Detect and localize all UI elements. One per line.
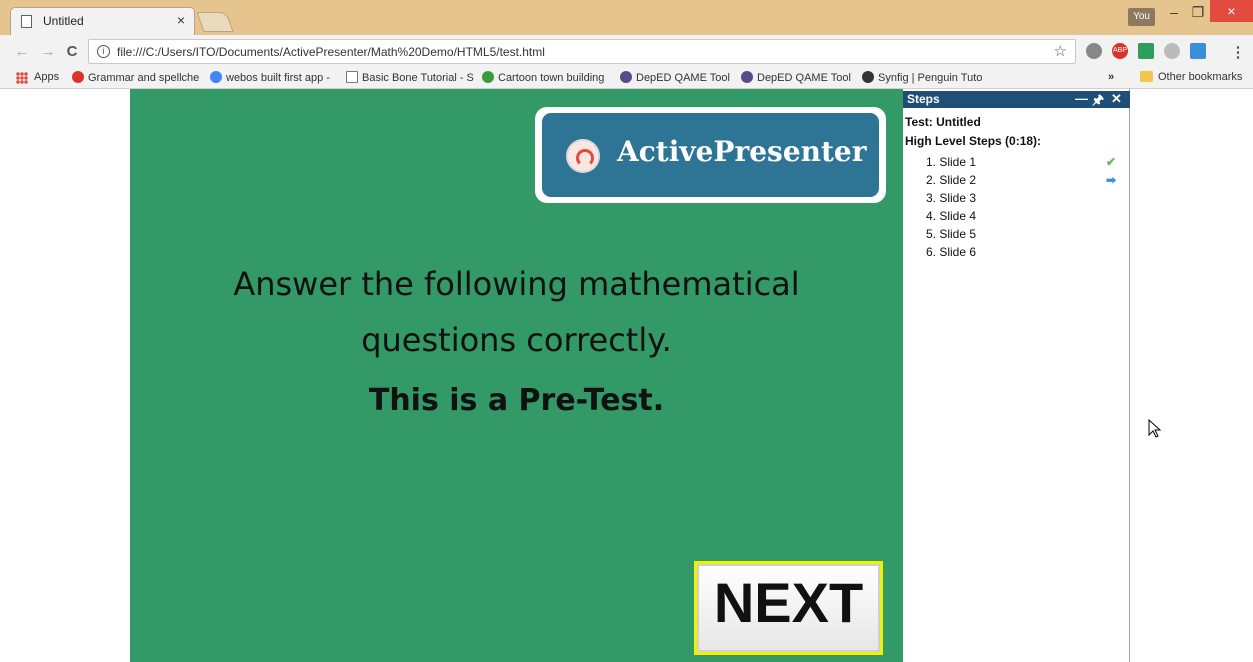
bookmarks-bar: Apps Grammar and spellche webos built fi… (0, 67, 1253, 89)
url-text[interactable]: file:///C:/Users/ITO/Documents/ActivePre… (117, 45, 545, 59)
restore-button[interactable]: ❐ (1184, 4, 1212, 21)
panel-pin-icon[interactable]: 🖈 (1092, 91, 1104, 113)
bookmark-apps[interactable]: Apps (34, 71, 59, 83)
bookmark-item[interactable]: Basic Bone Tutorial - S (346, 71, 474, 84)
address-bar[interactable]: i file:///C:/Users/ITO/Documents/ActiveP… (88, 39, 1076, 64)
bookmark-item[interactable]: Grammar and spellche (72, 71, 199, 84)
slide-subheading: This is a Pre-Test. (368, 383, 665, 418)
panel-minimize-icon[interactable]: — (1075, 91, 1088, 106)
test-title: Test: Untitled (905, 115, 981, 129)
apps-icon[interactable] (16, 72, 28, 84)
other-bookmarks-folder[interactable]: Other bookmarks (1140, 71, 1242, 83)
menu-icon[interactable]: ⋮ (1230, 43, 1246, 61)
panel-close-icon[interactable]: ✕ (1111, 91, 1122, 107)
extension-bulb-icon[interactable] (1086, 43, 1102, 59)
next-button[interactable]: NEXT (694, 561, 883, 655)
activepresenter-logo: ActivePresenter (535, 107, 886, 203)
bookmark-item[interactable]: DepED QAME Tool (620, 71, 730, 84)
presentation-slide: ActivePresenter Answer the following mat… (130, 89, 903, 662)
headline-line-2: questions correctly. (361, 321, 672, 359)
extension-screen-icon[interactable] (1190, 43, 1206, 59)
adblock-icon[interactable]: ABP (1112, 43, 1128, 59)
extension-clock-icon[interactable] (1164, 43, 1180, 59)
bookmark-item[interactable]: Synfig | Penguin Tuto (862, 71, 982, 84)
reload-button[interactable]: C (64, 43, 80, 60)
drive-icon[interactable] (1138, 43, 1154, 59)
steps-panel-header: Steps — 🖈 ✕ (903, 91, 1130, 108)
step-item[interactable]: 6. Slide 6 (926, 245, 1126, 259)
steps-panel: Steps — 🖈 ✕ Test: Untitled High Level St… (903, 89, 1130, 662)
check-icon: ✔ (1106, 155, 1117, 169)
profile-button[interactable]: You (1128, 8, 1155, 26)
info-icon[interactable]: i (97, 45, 110, 58)
bookmark-item[interactable]: webos built first app - (210, 71, 330, 84)
window-close-button[interactable]: × (1210, 0, 1253, 22)
step-item[interactable]: 3. Slide 3 (926, 191, 1126, 205)
google-icon (210, 71, 222, 83)
deped-icon (620, 71, 632, 83)
bookmark-star-icon[interactable]: ☆ (1054, 42, 1067, 60)
penguin-icon (862, 71, 874, 83)
forward-button[interactable]: → (40, 43, 56, 60)
bookmark-item[interactable]: DepED QAME Tool (741, 71, 851, 84)
slide-headline: Answer the following mathematical questi… (150, 256, 883, 368)
step-item[interactable]: 4. Slide 4 (926, 209, 1126, 223)
logo-text: ActivePresenter (617, 135, 867, 168)
steps-panel-title: Steps (907, 92, 940, 106)
page-icon (21, 15, 32, 28)
tab-close-icon[interactable]: × (177, 12, 185, 28)
folder-icon (1140, 71, 1153, 82)
step-item[interactable]: 2. Slide 2 (926, 173, 1126, 187)
grammarly-icon (72, 71, 84, 83)
new-tab-button[interactable] (196, 12, 234, 32)
bookmarks-more-button[interactable]: » (1108, 71, 1114, 83)
browser-toolbar: ← → C i file:///C:/Users/ITO/Documents/A… (0, 35, 1253, 67)
deped-icon (741, 71, 753, 83)
headline-line-1: Answer the following mathematical (233, 265, 800, 303)
browser-titlebar: Untitled × You – ❐ × (0, 0, 1253, 35)
page-icon (346, 71, 358, 83)
step-item[interactable]: 5. Slide 5 (926, 227, 1126, 241)
next-button-label: NEXT (713, 571, 864, 634)
logo-banner: ActivePresenter (542, 113, 879, 197)
browser-tab[interactable]: Untitled × (10, 7, 195, 35)
high-level-steps-title: High Level Steps (0:18): (905, 134, 1042, 148)
back-button[interactable]: ← (14, 43, 30, 60)
activepresenter-logo-icon (566, 139, 600, 173)
leaf-icon (482, 71, 494, 83)
step-item[interactable]: 1. Slide 1 (926, 155, 1126, 169)
mouse-cursor-icon (1148, 419, 1162, 438)
bookmark-item[interactable]: Cartoon town building (482, 71, 604, 84)
arrow-right-icon: ➡ (1106, 173, 1117, 187)
tab-title: Untitled (43, 14, 84, 28)
